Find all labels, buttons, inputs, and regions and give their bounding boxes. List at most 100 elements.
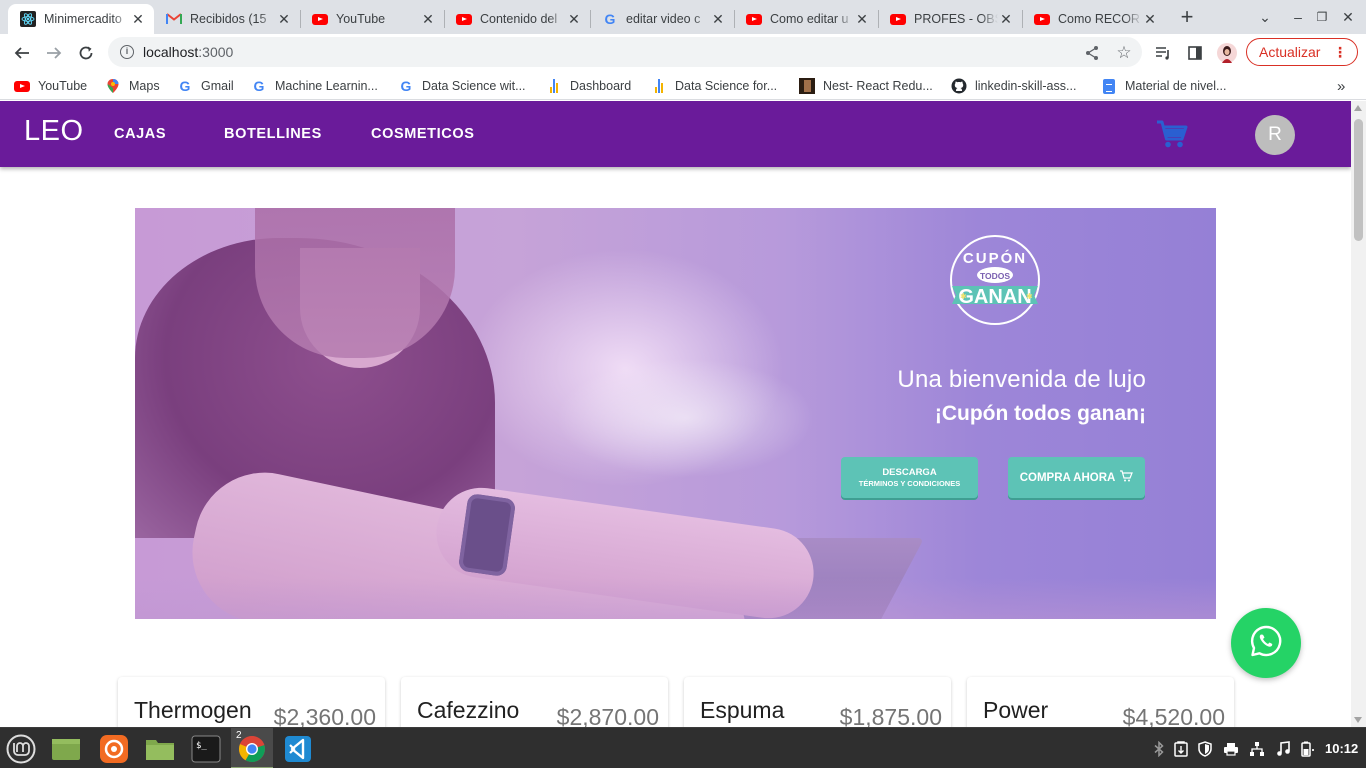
new-tab-button[interactable]: +	[1173, 6, 1201, 28]
bookmark-nest-react-redux[interactable]: Nest- React Redu...	[799, 77, 933, 95]
youtube-icon	[746, 11, 762, 27]
coupon-top-text: CUPÓN	[963, 249, 1027, 267]
restore-window-icon[interactable]: ❐	[1308, 6, 1336, 28]
buy-now-label: COMPRA AHORA	[1019, 471, 1116, 484]
banner-subheadline: ¡Cupón todos ganan¡	[934, 402, 1146, 425]
music-note-icon[interactable]	[1274, 740, 1292, 758]
tab-search-chevron-icon[interactable]: ⌄	[1251, 6, 1279, 28]
user-avatar[interactable]: R	[1255, 115, 1295, 155]
file-manager-icon[interactable]	[144, 733, 176, 765]
tab-como-recor[interactable]: Como RECOR ✕	[1022, 4, 1166, 34]
shopping-cart-icon[interactable]	[1155, 119, 1189, 149]
tab-como-editar[interactable]: Como editar u ✕	[734, 4, 878, 34]
bookmark-label: Gmail	[201, 79, 234, 93]
scrollbar-thumb[interactable]	[1354, 119, 1363, 241]
tab-profes-obs[interactable]: PROFES - OBS ✕	[878, 4, 1022, 34]
profile-avatar-icon[interactable]	[1216, 42, 1238, 64]
nav-link-cosmeticos[interactable]: COSMETICOS	[371, 126, 474, 142]
close-tab-icon[interactable]: ✕	[130, 11, 146, 27]
firefox-icon[interactable]	[98, 733, 130, 765]
update-chrome-button[interactable]: Actualizar ⋮	[1246, 38, 1358, 66]
bookmark-dashboard[interactable]: Dashboard	[546, 77, 631, 95]
product-card[interactable]: Espuma $1,875.00	[684, 677, 951, 727]
url-port: :3000	[198, 44, 234, 60]
bookmark-linkedin-skill[interactable]: linkedin-skill-ass...	[951, 77, 1076, 95]
buy-now-button[interactable]: COMPRA AHORA	[1008, 457, 1145, 498]
scroll-up-arrow-icon[interactable]	[1354, 105, 1362, 111]
chrome-icon[interactable]	[236, 733, 268, 765]
bookmark-data-science-for[interactable]: Data Science for...	[651, 77, 777, 95]
network-icon[interactable]	[1248, 740, 1266, 758]
banner-headline: Una bienvenida de lujo	[897, 366, 1146, 393]
more-menu-icon[interactable]: ⋮	[1333, 44, 1347, 60]
promo-banner[interactable]: CUPÓN TODOS GANAN ✱ ✱ Una bienvenida de …	[135, 208, 1216, 619]
page-scrollbar[interactable]	[1351, 101, 1366, 727]
close-tab-icon[interactable]: ✕	[854, 11, 870, 27]
address-bar[interactable]: i localhost:3000	[108, 37, 1142, 67]
close-tab-icon[interactable]: ✕	[420, 11, 436, 27]
product-price: $2,360.00	[273, 704, 376, 727]
bookmark-star-icon[interactable]: ☆	[1113, 42, 1135, 64]
bookmark-label: Material de nivel...	[1125, 79, 1227, 93]
product-card[interactable]: Thermogen $2,360.00	[118, 677, 385, 727]
close-tab-icon[interactable]: ✕	[710, 11, 726, 27]
tab-contenido[interactable]: Contenido del ✕	[444, 4, 590, 34]
nav-link-cajas[interactable]: CAJAS	[114, 126, 166, 142]
tab-editar-video[interactable]: G editar video c ✕	[590, 4, 734, 34]
download-terms-button[interactable]: DESCARGA TÉRMINOS Y CONDICIONES	[841, 457, 978, 498]
nav-link-botellines[interactable]: BOTELLINES	[224, 126, 322, 142]
shield-icon[interactable]	[1196, 740, 1214, 758]
update-manager-icon[interactable]	[1172, 740, 1190, 758]
product-card[interactable]: Power $4,520.00	[967, 677, 1234, 727]
reading-list-icon[interactable]	[1152, 42, 1174, 64]
video-thumbnail-icon	[799, 78, 815, 94]
coupon-badge-logo: CUPÓN TODOS GANAN ✱ ✱	[940, 233, 1050, 333]
terminal-icon[interactable]: $_	[190, 733, 222, 765]
tab-minimercadito[interactable]: Minimercadito ✕	[8, 4, 154, 34]
product-card[interactable]: Cafezzino $2,870.00	[401, 677, 668, 727]
battery-icon[interactable]	[1298, 740, 1316, 758]
google-icon: G	[400, 78, 412, 94]
product-name: Cafezzino	[417, 697, 520, 723]
bookmark-data-science-with[interactable]: G Data Science wit...	[398, 77, 526, 95]
dashboard-icon	[546, 78, 562, 94]
bluetooth-icon[interactable]	[1150, 740, 1168, 758]
bookmark-label: Nest- React Redu...	[823, 79, 933, 93]
product-price: $4,520.00	[1122, 704, 1225, 727]
forward-arrow-icon[interactable]	[41, 40, 67, 66]
bookmark-gmail[interactable]: G Gmail	[177, 77, 234, 95]
bookmark-maps[interactable]: Maps	[105, 77, 160, 95]
vscode-icon[interactable]	[282, 733, 314, 765]
tab-youtube[interactable]: YouTube ✕	[300, 4, 444, 34]
maps-icon	[105, 78, 121, 94]
close-window-icon[interactable]: ✕	[1334, 6, 1362, 28]
close-tab-icon[interactable]: ✕	[566, 11, 582, 27]
web-page: LEO CAJAS BOTELLINES COSMETICOS R CUPÓN …	[0, 101, 1351, 727]
system-clock[interactable]: 10:12	[1325, 741, 1358, 756]
download-terms-line1: DESCARGA	[882, 466, 937, 478]
printer-icon[interactable]	[1222, 740, 1240, 758]
brand-logo[interactable]: LEO	[24, 115, 84, 148]
close-tab-icon[interactable]: ✕	[1142, 11, 1158, 27]
scroll-down-arrow-icon[interactable]	[1354, 717, 1362, 723]
close-tab-icon[interactable]: ✕	[998, 11, 1014, 27]
reload-icon[interactable]	[73, 40, 99, 66]
bookmark-machine-learning[interactable]: G Machine Learnin...	[251, 77, 378, 95]
side-panel-icon[interactable]	[1184, 42, 1206, 64]
bookmarks-overflow-chevron-icon[interactable]: »	[1337, 77, 1345, 95]
bookmark-material-de-nivel[interactable]: Material de nivel...	[1101, 77, 1226, 95]
url-host: localhost	[143, 44, 199, 60]
coupon-bottom-text: GANAN	[958, 286, 1031, 308]
show-desktop-icon[interactable]	[50, 733, 82, 765]
linux-mint-menu-icon[interactable]	[5, 733, 37, 765]
bookmark-youtube[interactable]: YouTube	[14, 77, 87, 95]
svg-text:$_: $_	[196, 741, 207, 751]
back-arrow-icon[interactable]	[9, 40, 35, 66]
close-tab-icon[interactable]: ✕	[276, 11, 292, 27]
product-name: Espuma	[700, 697, 785, 723]
site-info-icon[interactable]: i	[120, 45, 134, 59]
google-icon: G	[253, 78, 265, 94]
whatsapp-chat-button[interactable]	[1231, 608, 1301, 678]
tab-gmail[interactable]: Recibidos (15 ✕	[154, 4, 300, 34]
share-icon[interactable]	[1081, 42, 1103, 64]
